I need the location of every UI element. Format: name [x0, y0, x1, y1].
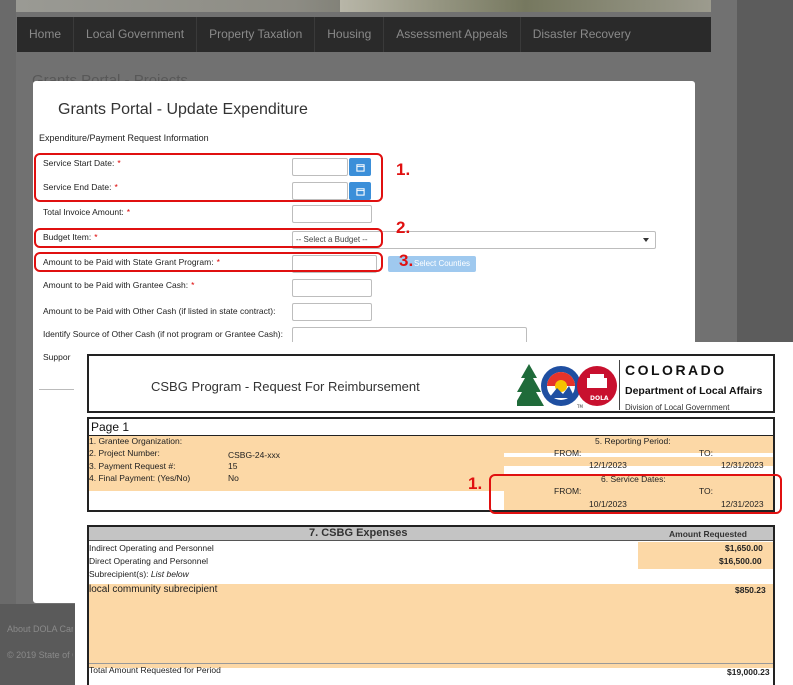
- csbg-expenses-section: 7. CSBG Expenses Amount Requested Indire…: [87, 525, 775, 685]
- payment-request-value: 15: [228, 461, 238, 471]
- nav-assessment-appeals[interactable]: Assessment Appeals: [384, 17, 521, 52]
- amount-requested-header: Amount Requested: [669, 529, 747, 539]
- subrecipient-name: local community subrecipient: [89, 584, 218, 595]
- reporting-period-title: 5. Reporting Period:: [595, 436, 671, 446]
- project-number-label: 2. Project Number:: [89, 448, 160, 458]
- total-invoice-input[interactable]: [292, 205, 372, 223]
- logo-divider: [619, 360, 620, 410]
- footer-copyright: © 2019 State of Colorado: [7, 650, 73, 660]
- right-gutter: [737, 0, 793, 342]
- modal-title: Grants Portal - Update Expenditure: [58, 101, 308, 118]
- subrecipients-note: List below: [150, 569, 189, 579]
- annotation-number-2: 2.: [396, 218, 411, 237]
- divider: [39, 389, 74, 390]
- expenses-title: 7. CSBG Expenses: [309, 527, 408, 539]
- annotation-box-2-budget-item: [34, 228, 383, 248]
- annotation-number-1-document: 1.: [468, 474, 483, 493]
- other-cash-input[interactable]: [292, 303, 372, 321]
- nav-home[interactable]: Home: [17, 17, 75, 52]
- department-name: Department of Local Affairs: [625, 385, 763, 397]
- final-payment-value: No: [228, 473, 239, 483]
- direct-label: Direct Operating and Personnel: [89, 556, 209, 566]
- reporting-to-label: TO:: [699, 448, 714, 458]
- svg-text:DOLA: DOLA: [590, 395, 609, 402]
- dates-separator: [504, 453, 773, 457]
- document-title: CSBG Program - Request For Reimbursement: [151, 379, 420, 394]
- total-row: Total Amount Requested for Period $19,00…: [89, 663, 773, 677]
- annotation-number-3: 3.: [399, 251, 414, 270]
- nav-local-government[interactable]: Local Government: [74, 17, 198, 52]
- grantee-cash-input[interactable]: [292, 279, 372, 297]
- total-invoice-label: Total Invoice Amount: *: [43, 207, 131, 217]
- indirect-value: $1,650.00: [725, 543, 763, 553]
- reporting-from-value: 12/1/2023: [589, 460, 627, 470]
- subrecipients-label: Subrecipient(s): List below: [89, 569, 189, 579]
- project-number-value: CSBG-24-xxx: [228, 450, 280, 460]
- colorado-wordmark: COLORADO: [625, 362, 727, 378]
- hero-image: [340, 0, 711, 12]
- nav-property-taxation[interactable]: Property Taxation: [197, 17, 316, 52]
- chevron-down-icon: [643, 238, 649, 242]
- annotation-box-1-service-dates: [34, 153, 383, 202]
- svg-text:TM: TM: [576, 404, 583, 409]
- division-name: Division of Local Government: [625, 403, 730, 412]
- subrecipient-fill: [89, 584, 773, 668]
- grantee-org-label: 1. Grantee Organization:: [89, 436, 183, 446]
- nav-housing[interactable]: Housing: [315, 17, 385, 52]
- supporting-docs-label: Suppor: [43, 352, 71, 362]
- indirect-label: Indirect Operating and Personnel: [89, 543, 214, 553]
- reporting-to-value: 12/31/2023: [721, 460, 764, 470]
- total-value: $19,000.23: [727, 667, 770, 677]
- payment-request-label: 3. Payment Request #:: [89, 461, 176, 471]
- main-nav: Home Local Government Property Taxation …: [17, 17, 711, 52]
- grantee-cash-label: Amount to be Paid with Grantee Cash: *: [43, 280, 195, 290]
- left-gutter: [0, 0, 16, 685]
- subrecipient-value: $850.23: [735, 585, 766, 595]
- total-label: Total Amount Requested for Period: [89, 665, 221, 675]
- section-heading: Expenditure/Payment Request Information: [39, 133, 209, 143]
- direct-value: $16,500.00: [719, 556, 762, 566]
- source-other-cash-label: Identify Source of Other Cash (if not pr…: [43, 329, 283, 339]
- footer: About DOLA Careers © 2019 State of Color…: [0, 604, 75, 685]
- expenses-header: 7. CSBG Expenses Amount Requested: [89, 527, 773, 541]
- final-payment-label: 4. Final Payment: (Yes/No): [89, 473, 191, 483]
- nav-disaster-recovery[interactable]: Disaster Recovery: [521, 17, 643, 52]
- footer-links[interactable]: About DOLA Careers: [7, 624, 73, 634]
- annotation-number-1: 1.: [396, 160, 411, 179]
- annotation-box-1-document-service-dates: [489, 474, 782, 514]
- other-cash-label: Amount to be Paid with Other Cash (if li…: [43, 306, 276, 316]
- colorado-logo-icon: DOLA TM: [517, 364, 617, 409]
- annotation-box-3-state-grant: [34, 252, 383, 272]
- reporting-from-label: FROM:: [554, 448, 582, 458]
- document-header: CSBG Program - Request For Reimbursement…: [87, 354, 775, 413]
- page-number: Page 1: [91, 420, 130, 434]
